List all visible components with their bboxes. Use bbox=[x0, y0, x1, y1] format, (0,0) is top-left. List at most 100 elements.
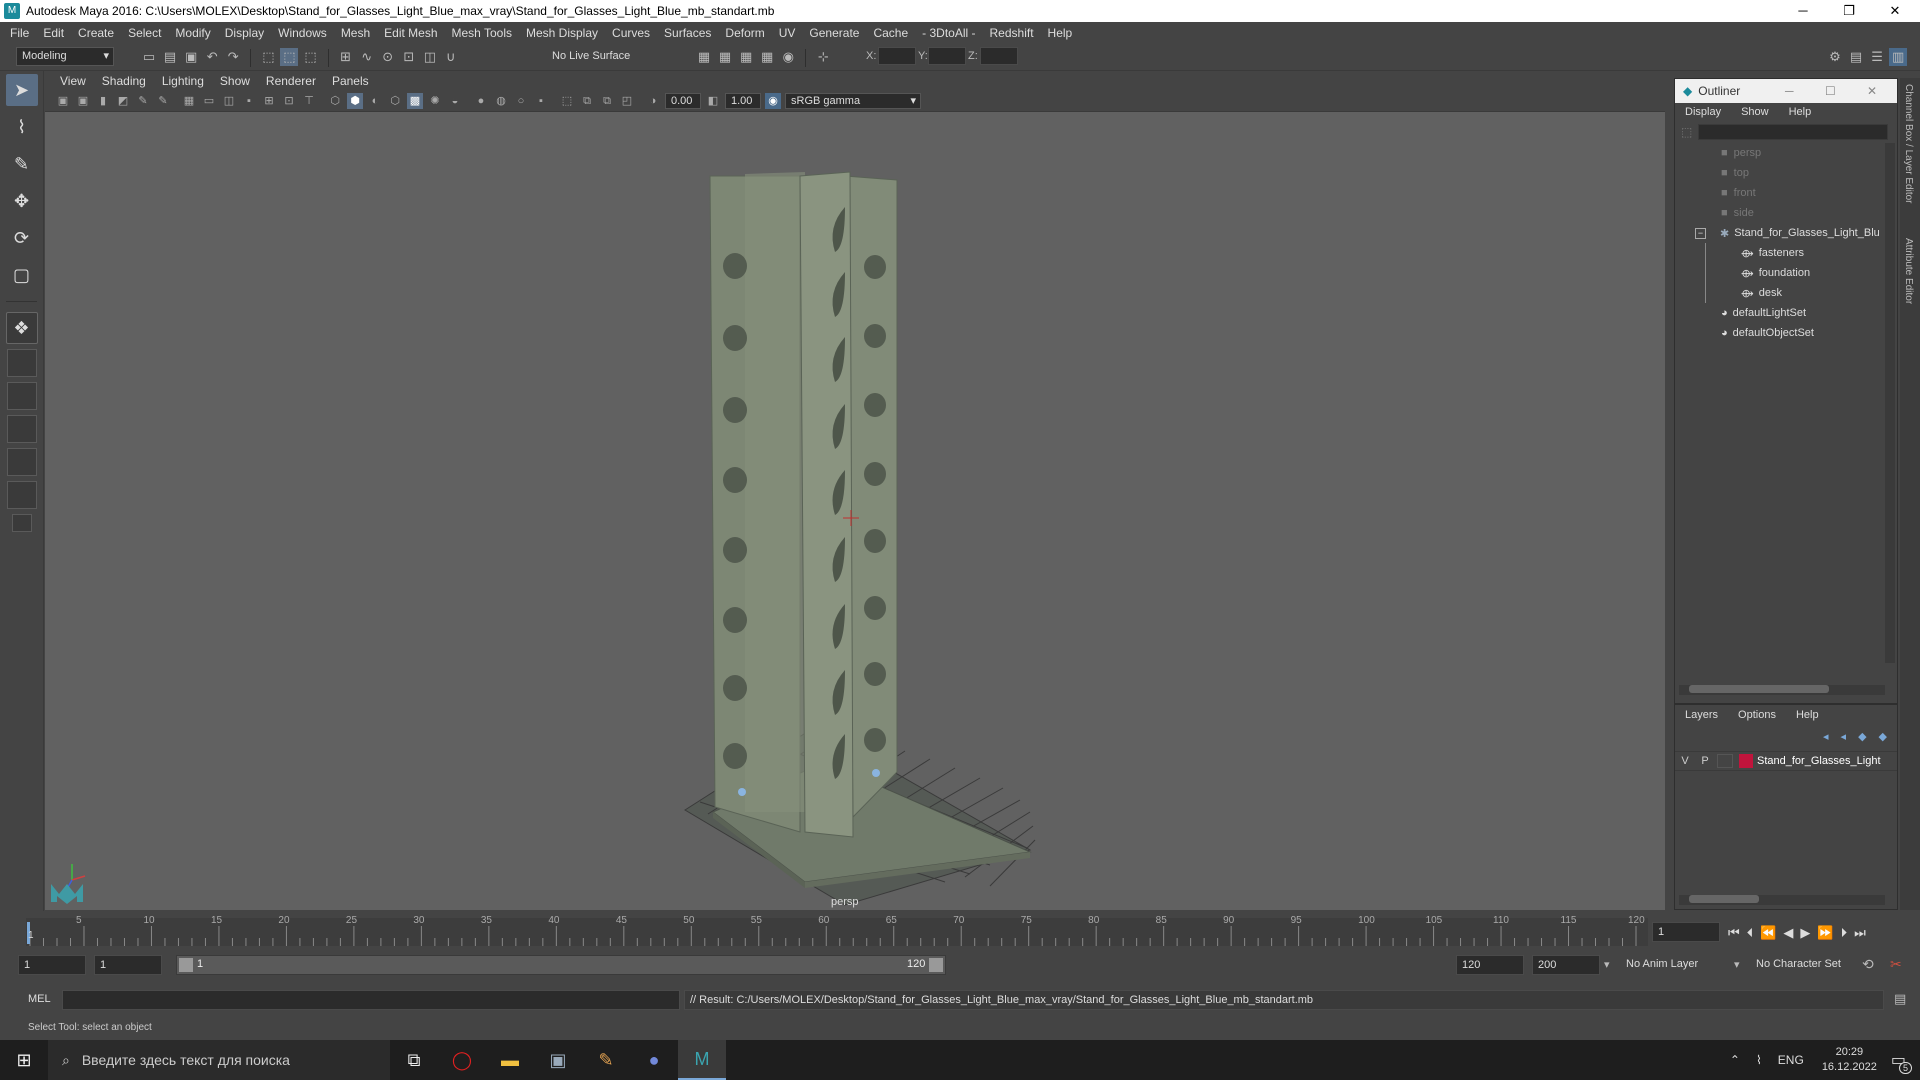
outliner-search-input[interactable] bbox=[1698, 124, 1889, 140]
menu-edit[interactable]: Edit bbox=[37, 26, 72, 40]
viewport-menu-renderer[interactable]: Renderer bbox=[259, 74, 325, 88]
textured-icon[interactable]: ▩ bbox=[407, 93, 423, 109]
app-icon[interactable]: ▣ bbox=[534, 1040, 582, 1080]
menu-generate[interactable]: Generate bbox=[803, 26, 867, 40]
motion-blur-icon[interactable]: ◍ bbox=[493, 93, 509, 109]
range-slider-start-handle[interactable] bbox=[179, 958, 193, 972]
layers-menu-options[interactable]: Options bbox=[1728, 709, 1786, 721]
camera-lock-icon[interactable]: ▣ bbox=[75, 93, 91, 109]
paint-select-tool-icon[interactable]: ✎ bbox=[6, 148, 38, 180]
menu-modify[interactable]: Modify bbox=[169, 26, 218, 40]
menu-curves[interactable]: Curves bbox=[606, 26, 658, 40]
move-layer-up-icon[interactable]: ◂ bbox=[1823, 730, 1829, 743]
gamma-icon[interactable]: ◧ bbox=[705, 93, 721, 109]
outliner-menu-help[interactable]: Help bbox=[1779, 106, 1822, 118]
windows-start-icon[interactable]: ⊞ bbox=[0, 1040, 48, 1080]
outliner-maximize-button[interactable]: ☐ bbox=[1825, 84, 1836, 98]
select-hierarchy-icon[interactable]: ⬚ bbox=[259, 48, 277, 66]
render-settings-icon[interactable]: ▦ bbox=[758, 48, 776, 66]
multisample-aa-icon[interactable]: ○ bbox=[513, 93, 529, 109]
close-button[interactable]: ✕ bbox=[1872, 0, 1918, 22]
select-object-icon[interactable]: ⬚ bbox=[280, 48, 299, 66]
outliner-menu-show[interactable]: Show bbox=[1731, 106, 1779, 118]
viewport-menu-show[interactable]: Show bbox=[213, 74, 259, 88]
discord-icon[interactable]: ● bbox=[630, 1040, 678, 1080]
layers-menu-help[interactable]: Help bbox=[1786, 709, 1829, 721]
outliner-item[interactable]: ◕ defaultObjectSet bbox=[1675, 323, 1897, 343]
play-backward-icon[interactable]: ◀ bbox=[1783, 925, 1800, 940]
two-d-pan-icon[interactable]: ✎ bbox=[155, 93, 171, 109]
layout-graph-view-icon[interactable] bbox=[6, 481, 37, 509]
tool-settings-icon[interactable]: ☰ bbox=[1868, 48, 1886, 66]
chevron-down-icon[interactable]: ▾ bbox=[1734, 958, 1740, 971]
channel-box-toggle-icon[interactable]: ▥ bbox=[1889, 48, 1908, 66]
isolate-select-icon[interactable]: ⬚ bbox=[559, 93, 575, 109]
layers-menu-layers[interactable]: Layers bbox=[1675, 709, 1728, 721]
task-view-icon[interactable]: ⧉ bbox=[390, 1040, 438, 1080]
layout-four-view-icon[interactable] bbox=[6, 349, 37, 377]
menu-create[interactable]: Create bbox=[72, 26, 122, 40]
menu-cache[interactable]: Cache bbox=[867, 26, 916, 40]
safe-action-icon[interactable]: ⊡ bbox=[281, 93, 297, 109]
attribute-editor-tab[interactable]: Attribute Editor bbox=[1903, 238, 1914, 304]
use-default-material-icon[interactable]: ◐ bbox=[367, 93, 383, 109]
menu-select[interactable]: Select bbox=[122, 26, 169, 40]
layout-more-icon[interactable] bbox=[11, 514, 32, 532]
outliner-item[interactable]: ◕ defaultLightSet bbox=[1675, 303, 1897, 323]
menu-display[interactable]: Display bbox=[219, 26, 272, 40]
save-scene-icon[interactable]: ▣ bbox=[182, 48, 200, 66]
snap-view-icon[interactable]: ⊡ bbox=[400, 48, 418, 66]
new-layer-selected-icon[interactable]: ◆ bbox=[1879, 730, 1887, 743]
notifications-icon[interactable]: ▭ 5 bbox=[1891, 1050, 1912, 1074]
x-field[interactable] bbox=[878, 47, 916, 65]
minimize-button[interactable]: ─ bbox=[1780, 0, 1826, 22]
time-slider[interactable]: 1 5 10 15 20 25 30 35 40 45 50 55 60 65 70 75 80 85 90 95 1… bbox=[0, 912, 1920, 946]
paint-icon[interactable]: ✎ bbox=[582, 1040, 630, 1080]
maya-taskbar-icon[interactable]: M bbox=[678, 1040, 726, 1080]
outliner-close-button[interactable]: ✕ bbox=[1867, 84, 1877, 98]
file-explorer-icon[interactable]: ▬ bbox=[486, 1040, 534, 1080]
menu-help[interactable]: Help bbox=[1042, 26, 1081, 40]
script-language-label[interactable]: MEL bbox=[28, 993, 51, 1005]
gamma-field[interactable]: 1.00 bbox=[725, 93, 761, 109]
outliner-item[interactable]: ■ persp bbox=[1675, 143, 1897, 163]
filter-icon[interactable]: ⬚ bbox=[1681, 125, 1692, 139]
command-input[interactable] bbox=[62, 990, 680, 1010]
live-surface-field[interactable]: No Live Surface bbox=[552, 47, 648, 66]
xray-joints-icon[interactable]: ⧉ bbox=[599, 93, 615, 109]
outliner-item[interactable]: ⟴ desk bbox=[1675, 283, 1897, 303]
new-layer-icon[interactable]: ◆ bbox=[1858, 730, 1866, 743]
snap-surface-icon[interactable]: ◫ bbox=[421, 48, 439, 66]
clock[interactable]: 20:29 16.12.2022 bbox=[1822, 1045, 1877, 1075]
layer-playback-toggle[interactable]: P bbox=[1695, 755, 1715, 767]
xray-components-icon[interactable]: ◰ bbox=[619, 93, 635, 109]
network-icon[interactable]: ⌇ bbox=[1756, 1053, 1762, 1067]
color-management-icon[interactable]: ◉ bbox=[765, 93, 781, 109]
render-view-icon[interactable]: ▦ bbox=[695, 48, 713, 66]
last-tool-icon[interactable]: ❖ bbox=[5, 312, 38, 344]
step-back-icon[interactable]: ⏴ bbox=[1747, 925, 1761, 940]
collapse-icon[interactable]: − bbox=[1695, 227, 1706, 239]
animation-prefs-icon[interactable]: ✂ bbox=[1890, 956, 1902, 973]
mode-selector[interactable]: Modeling ▾ bbox=[16, 47, 114, 66]
open-scene-icon[interactable]: ▤ bbox=[161, 48, 179, 66]
scrollbar-thumb[interactable] bbox=[1689, 685, 1829, 693]
use-all-lights-icon[interactable]: ✺ bbox=[427, 93, 443, 109]
menu-windows[interactable]: Windows bbox=[272, 26, 335, 40]
go-to-end-icon[interactable]: ⏭ bbox=[1854, 925, 1873, 940]
viewport-persp[interactable]: persp bbox=[45, 112, 1665, 910]
current-frame-field[interactable]: 1 bbox=[1652, 922, 1720, 942]
menu-mesh-tools[interactable]: Mesh Tools bbox=[446, 26, 520, 40]
viewport-menu-panels[interactable]: Panels bbox=[325, 74, 378, 88]
menu-redshift[interactable]: Redshift bbox=[984, 26, 1042, 40]
transform-mode-icon[interactable]: ⊹ bbox=[814, 48, 832, 66]
layer-horizontal-scrollbar[interactable] bbox=[1679, 895, 1885, 905]
bookmark-icon[interactable]: ▮ bbox=[95, 93, 111, 109]
modeling-toolkit-icon[interactable]: ⚙ bbox=[1826, 48, 1844, 66]
snap-curve-icon[interactable]: ∿ bbox=[358, 48, 376, 66]
auto-key-icon[interactable]: ⟲ bbox=[1862, 956, 1874, 973]
tray-chevron-icon[interactable]: ⌃ bbox=[1730, 1053, 1740, 1067]
language-indicator[interactable]: ENG bbox=[1778, 1053, 1804, 1067]
snap-magnet-icon[interactable]: ∪ bbox=[442, 48, 460, 66]
depth-of-field-icon[interactable]: ▪ bbox=[533, 93, 549, 109]
